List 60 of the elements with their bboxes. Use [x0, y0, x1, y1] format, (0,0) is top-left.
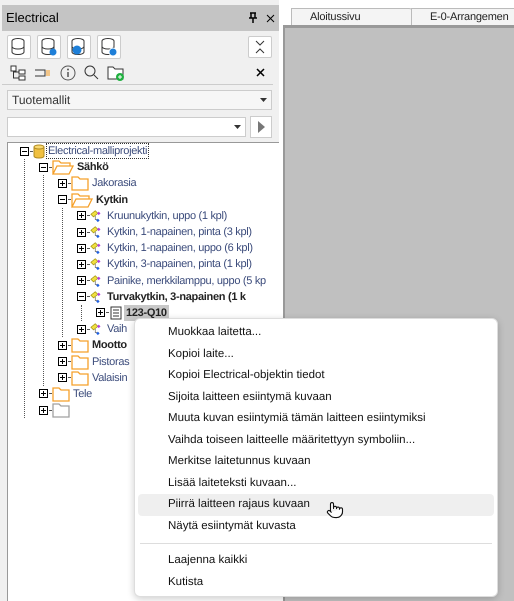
menu-item[interactable]: Näytä esiintymät kuvasta — [138, 516, 494, 537]
tree-item[interactable]: Kytkin, 3-napainen, pinta (1 kpl) — [105, 256, 254, 272]
menu-item[interactable]: Muokkaa laitetta... — [138, 322, 494, 344]
dropdown-arrow-icon — [260, 98, 267, 102]
expand-icon[interactable] — [58, 340, 67, 350]
close-icon[interactable] — [266, 14, 275, 22]
tree-item[interactable]: Kytkin, 1-napainen, uppo (6 kpl) — [105, 240, 255, 256]
expand-icon[interactable] — [77, 228, 86, 237]
plug-icon[interactable] — [34, 66, 52, 78]
add-folder-icon[interactable] — [107, 64, 125, 80]
expand-icon[interactable] — [58, 178, 67, 188]
database-button[interactable] — [67, 35, 91, 59]
menu-item[interactable]: Merkitse laitetunnus kuvaan — [138, 451, 494, 472]
collapse-icon[interactable] — [77, 292, 86, 302]
info-icon[interactable] — [60, 64, 76, 80]
database-icon — [100, 37, 118, 57]
dropdown-arrow-icon — [234, 125, 241, 129]
expand-icon[interactable] — [96, 308, 105, 318]
database-button[interactable] — [7, 35, 31, 59]
tree-view-icon[interactable] — [10, 64, 26, 80]
pin-icon[interactable] — [248, 12, 258, 24]
expand-icon[interactable] — [77, 244, 86, 253]
database-icon — [33, 144, 45, 159]
document-tab[interactable]: E-0-Arrangemen — [411, 8, 514, 25]
collapse-icon[interactable] — [39, 162, 48, 172]
expand-icon[interactable] — [77, 324, 86, 334]
database-button[interactable] — [97, 35, 121, 59]
arrow-right-icon — [257, 121, 265, 133]
collapse-icon — [255, 40, 265, 54]
expand-icon[interactable] — [39, 406, 48, 415]
hand-cursor-icon — [326, 500, 344, 520]
expand-icon[interactable] — [77, 276, 86, 286]
view-dropdown[interactable]: Tuotemallit — [7, 90, 272, 110]
menu-item[interactable]: Muuta kuvan esiintymiä tämän laitteen esiintymiksi — [138, 408, 494, 430]
expand-icon[interactable] — [58, 357, 67, 366]
menu-item[interactable]: Kutista — [138, 572, 494, 593]
collapse-icon[interactable] — [58, 195, 67, 204]
collapse-icon[interactable] — [20, 146, 29, 156]
menu-item[interactable]: Sijoita laitteen esiintymä kuvaan — [138, 386, 494, 408]
close-icon[interactable] — [256, 68, 265, 77]
database-icon — [40, 37, 58, 57]
panel-title: Electrical — [6, 9, 60, 28]
collapse-all-button[interactable] — [248, 36, 272, 58]
search-field[interactable] — [7, 117, 246, 137]
tree-item[interactable]: Kytkin, 1-napainen, pinta (3 kpl) — [105, 224, 254, 240]
menu-item[interactable]: Vaihda toiseen laitteelle määritettyyn symboliin... — [138, 430, 494, 451]
menu-item[interactable]: Kopioi laite... — [138, 344, 494, 365]
go-button[interactable] — [250, 116, 272, 138]
menu-item[interactable]: Lisää laiteteksti kuvaan... — [138, 472, 494, 494]
menu-item[interactable]: Piirrä laitteen rajaus kuvaan — [138, 494, 494, 516]
device-instance-icon — [109, 306, 123, 320]
expand-icon[interactable] — [39, 389, 48, 398]
search-icon[interactable] — [84, 65, 99, 80]
database-button[interactable] — [37, 35, 61, 59]
expand-icon[interactable] — [77, 260, 86, 269]
menu-item[interactable]: Kopioi Electrical-objektin tiedot — [138, 365, 494, 386]
tree-item[interactable]: Electrical-malliprojekti — [46, 143, 150, 160]
expand-icon[interactable] — [77, 211, 86, 220]
expand-icon[interactable] — [58, 373, 67, 382]
menu-item[interactable]: Laajenna kaikki — [138, 550, 494, 572]
